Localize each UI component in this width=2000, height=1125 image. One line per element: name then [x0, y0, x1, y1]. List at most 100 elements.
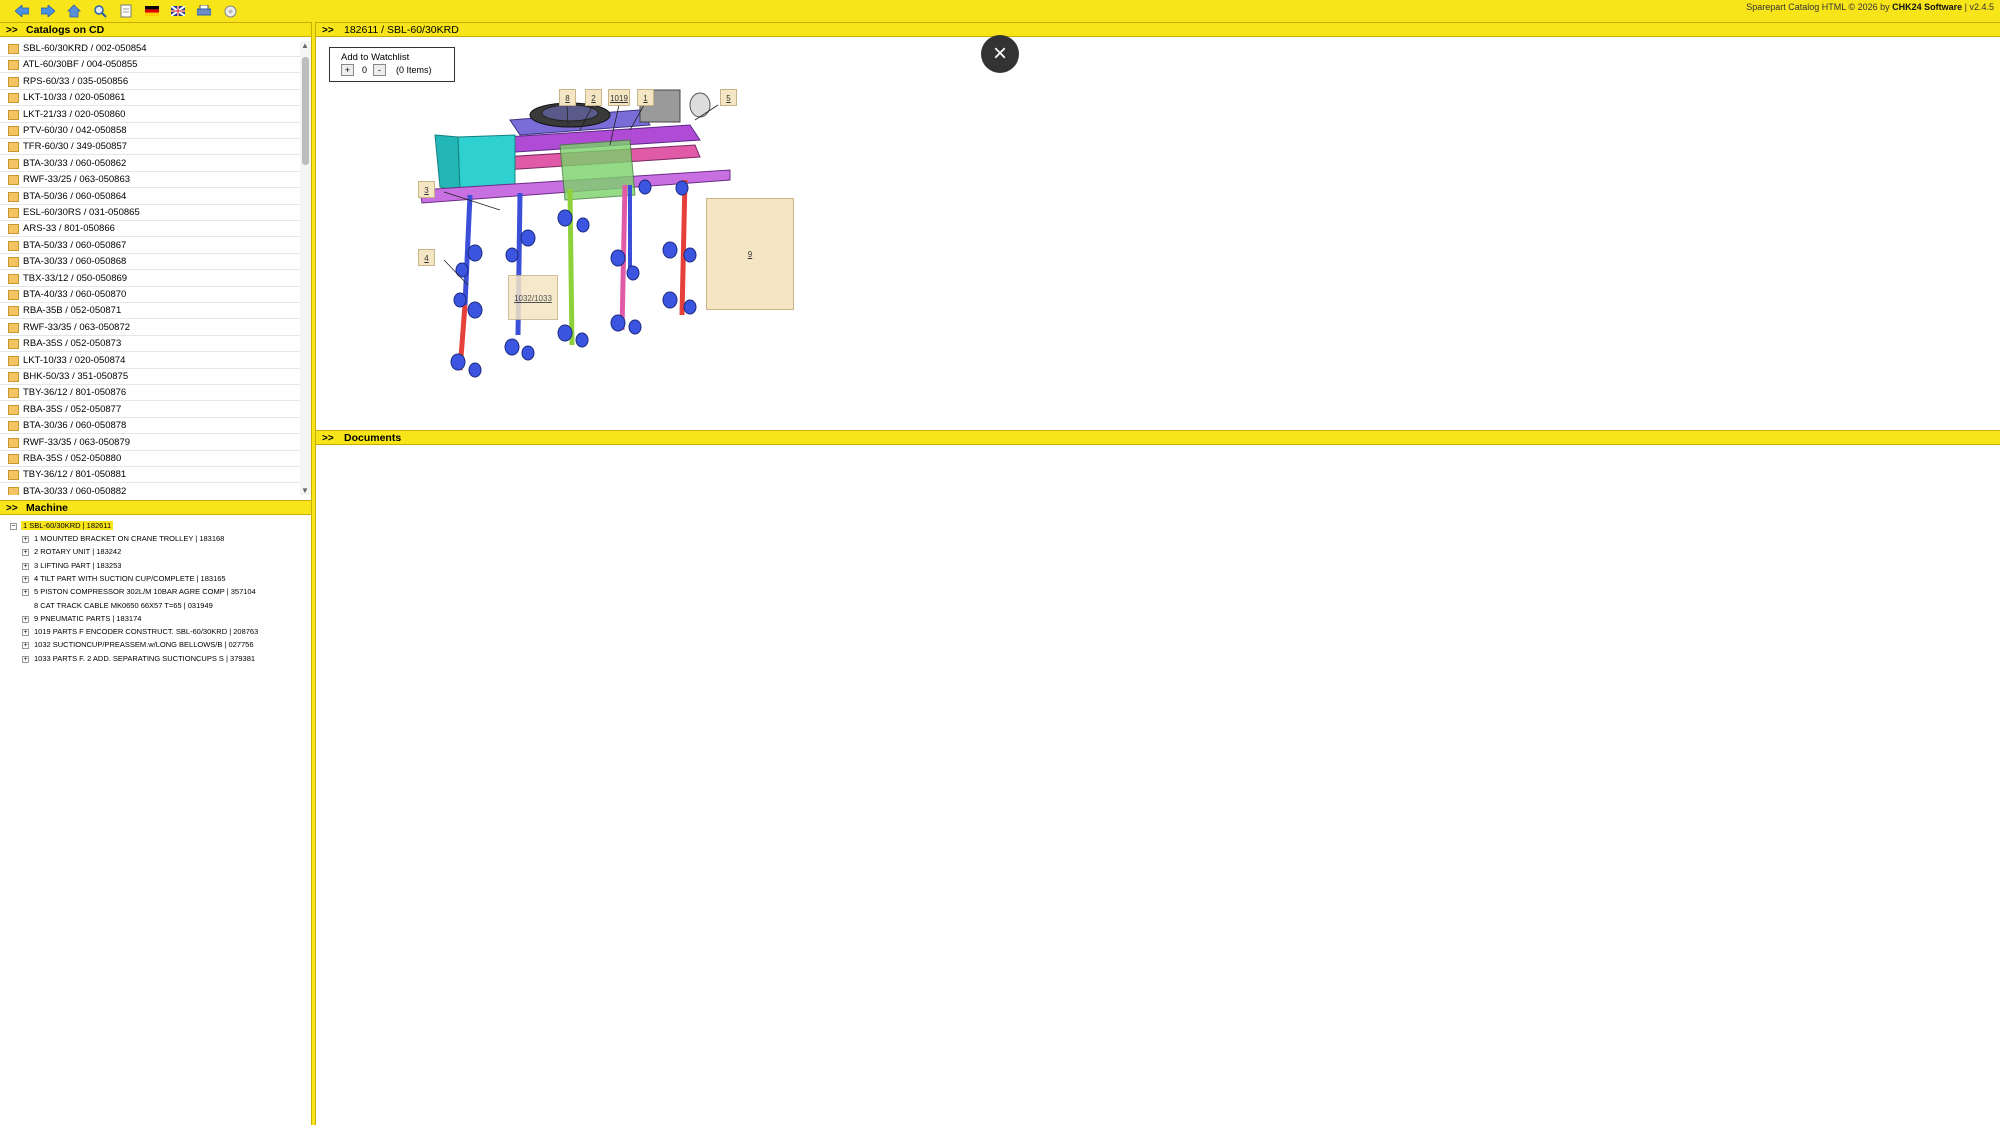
- expand-toggle-icon[interactable]: +: [22, 629, 29, 637]
- tree-item[interactable]: 1033 PARTS F. 2 ADD. SEPARATING SUCTIONC…: [34, 653, 255, 665]
- document-icon[interactable]: [118, 3, 134, 19]
- expand-chevron-icon[interactable]: >>: [322, 23, 334, 38]
- catalog-list-item[interactable]: ATL-60/30BF / 004-050855: [0, 57, 300, 74]
- catalog-item-label: LKT-10/33 / 020-050861: [23, 92, 126, 104]
- callout-3[interactable]: 3: [418, 181, 435, 198]
- folder-icon: [8, 437, 19, 448]
- callout-9[interactable]: 9: [706, 198, 794, 310]
- expand-chevron-icon[interactable]: >>: [6, 501, 18, 516]
- catalog-list-item[interactable]: BTA-50/33 / 060-050867: [0, 238, 300, 254]
- catalog-list-item[interactable]: RBA-35S / 052-050877: [0, 402, 300, 418]
- catalog-list-item[interactable]: TBY-36/12 / 801-050876: [0, 385, 300, 402]
- scroll-up-icon[interactable]: ▲: [301, 41, 309, 50]
- folder-icon: [8, 372, 19, 382]
- catalogs-panel-header[interactable]: >> Catalogs on CD: [0, 22, 311, 37]
- folder-icon: [8, 273, 19, 284]
- catalog-item-label: BTA-30/36 / 060-050878: [23, 420, 127, 432]
- expand-toggle-icon[interactable]: +: [22, 655, 29, 663]
- catalog-list-item[interactable]: BTA-30/33 / 060-050862: [0, 156, 300, 172]
- folder-icon: [8, 109, 19, 120]
- catalog-list-item[interactable]: BTA-40/33 / 060-050870: [0, 287, 300, 303]
- drawing-panel-header[interactable]: >> 182611 / SBL-60/30KRD: [316, 22, 2000, 37]
- expand-toggle-icon[interactable]: +: [22, 575, 29, 583]
- catalog-list-item[interactable]: LKT-10/33 / 020-050861: [0, 90, 300, 107]
- watchlist-minus-button[interactable]: -: [373, 64, 386, 76]
- callout-1032-1033[interactable]: 1032/1033: [508, 275, 558, 320]
- catalog-list-item[interactable]: RBA-35S / 052-050880: [0, 451, 300, 467]
- catalog-list[interactable]: SBL-60/30KRD / 002-050854 ATL-60/30BF / 0…: [0, 41, 311, 495]
- catalog-item-label: BTA-30/33 / 060-050882: [23, 485, 127, 495]
- catalog-list-item[interactable]: BTA-30/33 / 060-050882: [0, 484, 300, 495]
- catalog-list-item[interactable]: RWF-33/35 / 063-050872: [0, 320, 300, 336]
- scrollbar-thumb[interactable]: [302, 57, 309, 165]
- folder-icon: [8, 290, 19, 300]
- catalog-list-item[interactable]: TFR-60/30 / 349-050857: [0, 139, 300, 156]
- tree-item[interactable]: 2 ROTARY UNIT | 183242: [34, 546, 121, 558]
- expand-chevron-icon[interactable]: >>: [6, 23, 18, 38]
- expand-toggle-icon[interactable]: +: [22, 615, 29, 623]
- machine-panel-header[interactable]: >> Machine: [0, 500, 311, 515]
- catalog-list-item[interactable]: BTA-30/36 / 060-050878: [0, 418, 300, 435]
- catalog-item-label: RBA-35S / 052-050880: [23, 453, 122, 464]
- copyright-version: | v2.4.5: [1962, 2, 1994, 12]
- home-icon[interactable]: [66, 3, 82, 19]
- folder-icon: [8, 224, 19, 235]
- callout-2[interactable]: 2: [585, 89, 602, 106]
- catalog-list-item[interactable]: PTV-60/30 / 042-050858: [0, 123, 300, 139]
- scroll-down-icon[interactable]: ▼: [301, 486, 309, 495]
- catalog-list-item[interactable]: TBY-36/12 / 801-050881: [0, 467, 300, 484]
- tree-item[interactable]: 3 LIFTING PART | 183253: [34, 560, 121, 572]
- catalog-list-item[interactable]: BTA-30/33 / 060-050868: [0, 254, 300, 271]
- folder-icon: [8, 257, 19, 268]
- flag-de-icon[interactable]: [144, 3, 160, 19]
- tree-root-item[interactable]: 1 SBL-60/30KRD | 182611: [21, 520, 114, 532]
- help-icon[interactable]: [222, 3, 238, 19]
- expand-chevron-icon[interactable]: >>: [322, 431, 334, 446]
- collapse-toggle-icon[interactable]: −: [10, 523, 17, 530]
- arrow-left-icon[interactable]: [14, 3, 30, 19]
- tree-item[interactable]: 1019 PARTS F ENCODER CONSTRUCT. SBL-60/3…: [34, 626, 258, 638]
- close-button[interactable]: ×: [981, 35, 1019, 73]
- expand-toggle-icon[interactable]: +: [22, 589, 29, 597]
- tree-item[interactable]: 9 PNEUMATIC PARTS | 183174: [34, 613, 141, 625]
- search-icon[interactable]: [92, 3, 108, 19]
- copyright-text: Sparepart Catalog HTML © 2026 by CHK24 S…: [1746, 2, 1994, 12]
- catalog-list-item[interactable]: TBX-33/12 / 050-050869: [0, 271, 300, 287]
- copyright-brand-link[interactable]: CHK24 Software: [1892, 2, 1962, 12]
- arrow-right-icon[interactable]: [40, 3, 56, 19]
- catalog-list-item[interactable]: RPS-60/33 / 035-050856: [0, 74, 300, 90]
- expand-toggle-icon[interactable]: +: [22, 642, 29, 650]
- catalog-list-item[interactable]: BTA-50/36 / 060-050864: [0, 189, 300, 205]
- catalog-list-item[interactable]: ARS-33 / 801-050866: [0, 221, 300, 238]
- catalog-list-item[interactable]: ESL-60/30RS / 031-050865: [0, 205, 300, 221]
- callout-1019[interactable]: 1019: [608, 89, 630, 106]
- catalog-scrollbar[interactable]: ▲ ▼: [300, 41, 311, 495]
- folder-icon: [8, 388, 19, 399]
- tree-item[interactable]: 1 MOUNTED BRACKET ON CRANE TROLLEY | 183…: [34, 533, 224, 545]
- catalog-list-item[interactable]: LKT-10/33 / 020-050874: [0, 353, 300, 369]
- flag-uk-icon[interactable]: [170, 3, 186, 19]
- tree-item[interactable]: 1032 SUCTIONCUP/PREASSEM.w/LONG BELLOWS/…: [34, 639, 254, 651]
- callout-1[interactable]: 1: [637, 89, 654, 106]
- callout-4[interactable]: 4: [418, 249, 435, 266]
- print-icon[interactable]: [196, 3, 212, 19]
- callout-5[interactable]: 5: [720, 89, 737, 106]
- catalog-list-item[interactable]: BHK-50/33 / 351-050875: [0, 369, 300, 385]
- expand-toggle-icon[interactable]: +: [22, 536, 29, 543]
- catalog-list-item[interactable]: RBA-35B / 052-050871: [0, 303, 300, 320]
- catalog-list-item[interactable]: SBL-60/30KRD / 002-050854: [0, 41, 300, 57]
- catalog-list-item[interactable]: RBA-35S / 052-050873: [0, 336, 300, 353]
- expand-toggle-icon[interactable]: +: [22, 562, 29, 570]
- tree-item[interactable]: 8 CAT TRACK CABLE MK0650 66X57 T=65 | 03…: [34, 600, 213, 612]
- folder-icon: [8, 404, 19, 415]
- catalog-item-label: SBL-60/30KRD / 002-050854: [23, 43, 147, 54]
- tree-item[interactable]: 4 TILT PART WITH SUCTION CUP/COMPLETE | …: [34, 573, 226, 585]
- documents-panel-header[interactable]: >> Documents: [316, 430, 2000, 445]
- tree-item[interactable]: 5 PISTON COMPRESSOR 302L/M 10BAR AGRE CO…: [34, 586, 256, 598]
- catalog-list-item[interactable]: RWF-33/35 / 063-050879: [0, 435, 300, 451]
- catalog-list-item[interactable]: RWF-33/25 / 063-050863: [0, 172, 300, 189]
- callout-8[interactable]: 8: [559, 89, 576, 106]
- expand-toggle-icon[interactable]: +: [22, 549, 29, 557]
- catalog-list-item[interactable]: LKT-21/33 / 020-050860: [0, 107, 300, 123]
- watchlist-plus-button[interactable]: +: [341, 64, 354, 76]
